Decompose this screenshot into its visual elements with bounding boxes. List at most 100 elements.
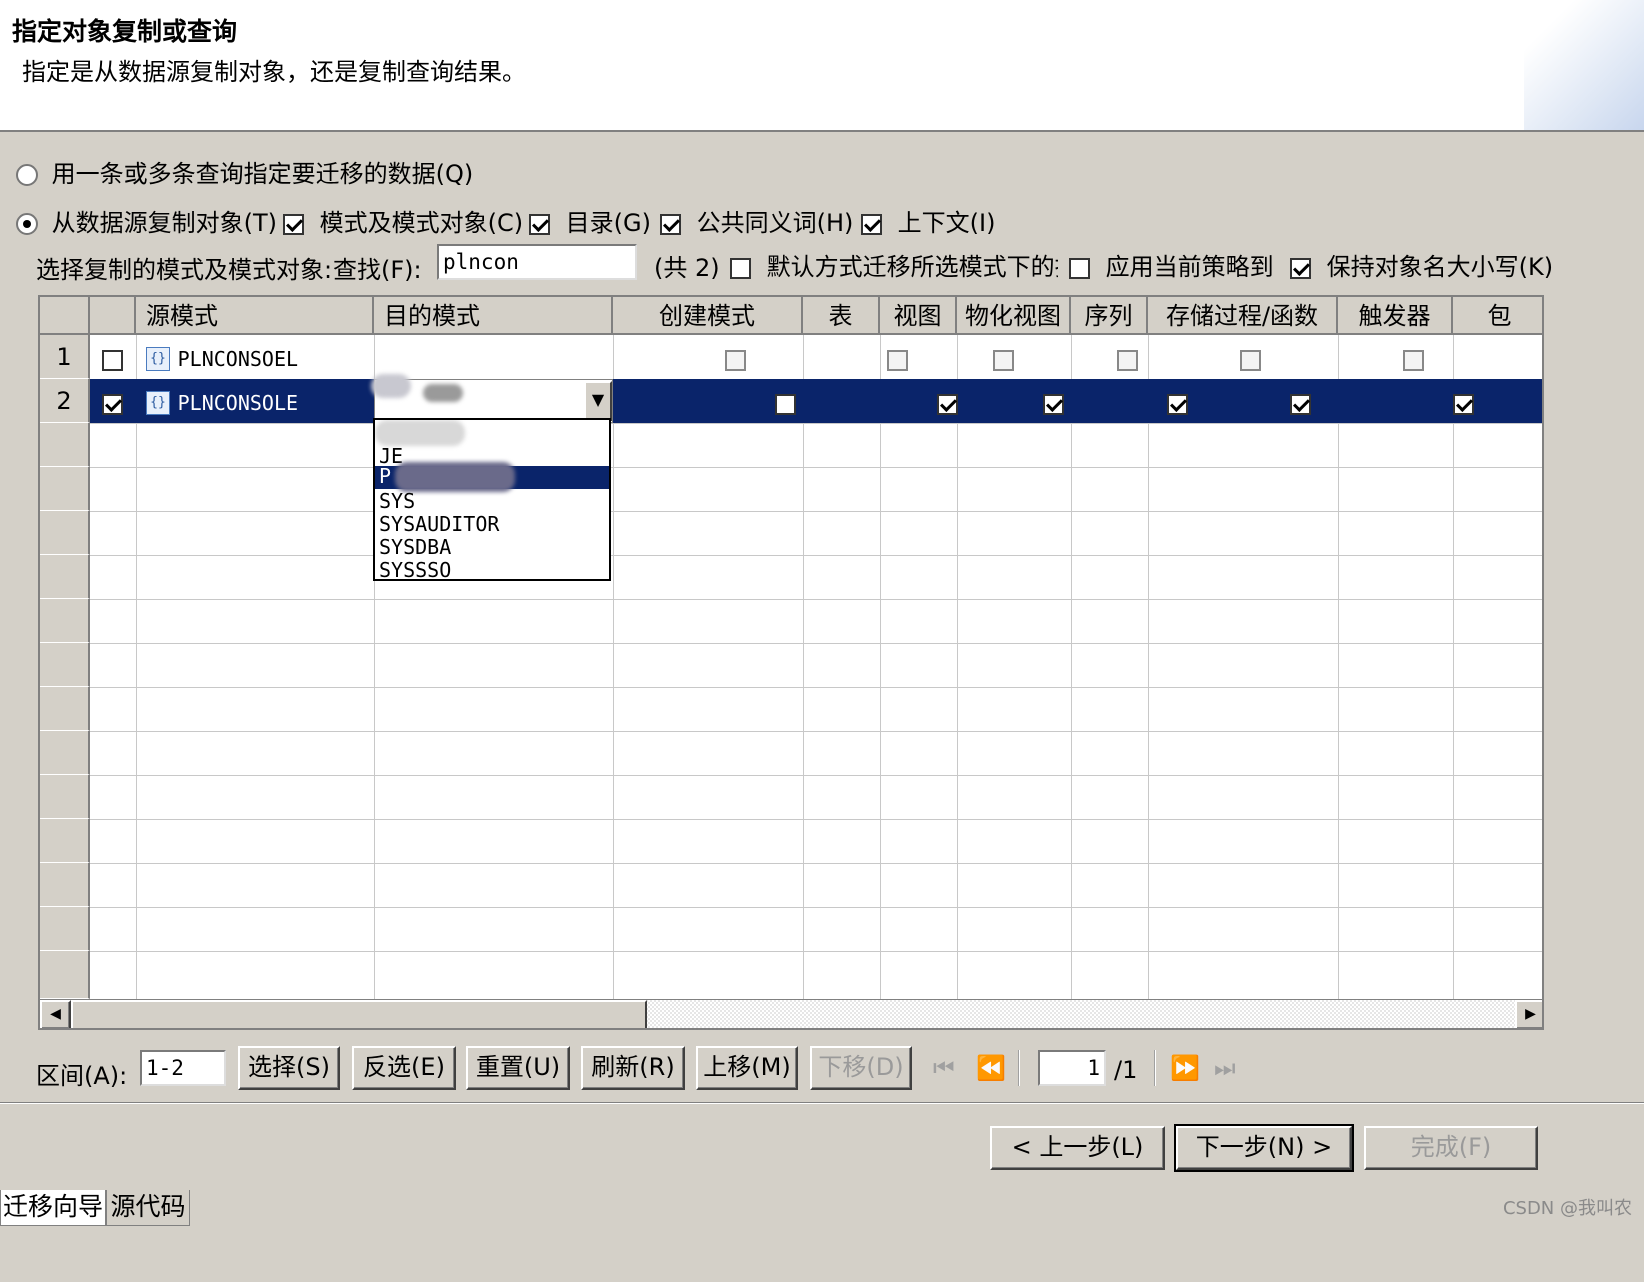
find-label: 查找(F):	[333, 256, 422, 284]
schema-objects-checkbox[interactable]: 模式及模式对象(C)	[283, 203, 523, 238]
row-header-empty	[40, 731, 90, 775]
row-header-1[interactable]: 1	[40, 335, 90, 379]
dropdown-item[interactable]: SYSSSO	[379, 558, 451, 579]
redacted-value	[423, 384, 463, 402]
sequence-check[interactable]	[1290, 393, 1312, 415]
editor-tabs: 迁移向导 源代码 CSDN @我叫农	[0, 1190, 1644, 1282]
target-schema-combo[interactable]: ▼	[371, 374, 613, 423]
col-sequence[interactable]: 序列	[1071, 297, 1148, 335]
tab-source-code[interactable]: 源代码	[106, 1190, 190, 1226]
row-header-2[interactable]: 2	[40, 379, 90, 423]
table-row-selected[interactable]: {} PLNCONSOLE ▼	[90, 374, 1542, 423]
back-button[interactable]: < 上一步(L)	[990, 1126, 1165, 1170]
query-option[interactable]: 用一条或多条查询指定要迁移的数据(Q)	[16, 154, 473, 189]
move-up-button[interactable]: 上移(M)	[696, 1046, 798, 1090]
prev-page-icon[interactable]: ⏪	[976, 1054, 1006, 1082]
page-subtitle: 指定是从数据源复制对象，还是复制查询结果。	[22, 58, 526, 86]
row-header-empty	[40, 907, 90, 951]
col-create-schema[interactable]: 创建模式	[613, 297, 803, 335]
select-button[interactable]: 选择(S)	[238, 1046, 340, 1090]
table-row[interactable]: {} PLNCONSOEL	[90, 335, 1542, 379]
range-input[interactable]	[140, 1050, 226, 1086]
row-select-check[interactable]	[102, 393, 123, 415]
copy-radio[interactable]	[16, 213, 38, 235]
scrollbar-thumb[interactable]	[71, 1000, 647, 1028]
move-down-button[interactable]: 下移(D)	[810, 1046, 912, 1090]
public-synonym-check[interactable]	[660, 213, 681, 235]
procedure-check[interactable]	[1402, 349, 1424, 371]
apply-policy-checkbox[interactable]: 应用当前策略到	[1069, 247, 1281, 282]
col-target-schema[interactable]: 目的模式	[374, 297, 613, 335]
mview-check[interactable]	[1116, 349, 1138, 371]
chevron-down-icon[interactable]: ▼	[584, 381, 612, 421]
copy-option[interactable]: 从数据源复制对象(T)	[16, 203, 277, 238]
keep-case-checkbox[interactable]: 保持对象名大小写(K)	[1290, 247, 1553, 282]
schema-objects-check[interactable]	[283, 213, 304, 235]
default-migrate-checkbox[interactable]: 默认方式迁移所选模式下的指	[730, 247, 1058, 282]
context-checkbox[interactable]: 上下文(I)	[861, 203, 995, 238]
procedure-check[interactable]	[1452, 393, 1474, 415]
query-radio-label: 用一条或多条查询指定要迁移的数据(Q)	[51, 160, 474, 188]
dropdown-item[interactable]: SYSAUDITOR	[379, 512, 499, 536]
catalog-label: 目录(G)	[565, 209, 651, 237]
keep-case-label: 保持对象名大小写(K)	[1326, 253, 1554, 281]
refresh-button[interactable]: 刷新(R)	[581, 1046, 685, 1090]
apply-policy-label: 应用当前策略到	[1105, 253, 1274, 281]
default-migrate-check[interactable]	[730, 257, 751, 279]
wizard-header: 指定对象复制或查询 指定是从数据源复制对象，还是复制查询结果。	[0, 0, 1644, 132]
schema-icon: {}	[146, 391, 170, 415]
apply-policy-check[interactable]	[1069, 257, 1090, 279]
col-package[interactable]: 包	[1453, 297, 1542, 335]
first-page-icon[interactable]: ⏮	[933, 1054, 955, 1082]
catalog-checkbox[interactable]: 目录(G)	[529, 203, 651, 238]
watermark: CSDN @我叫农	[1502, 1198, 1632, 1219]
redacted-value	[375, 420, 465, 446]
row-select-check[interactable]	[102, 349, 123, 371]
invert-button[interactable]: 反选(E)	[352, 1046, 456, 1090]
col-mview[interactable]: 物化视图	[957, 297, 1071, 335]
scroll-right-icon[interactable]: ▶	[1515, 1000, 1542, 1028]
context-label: 上下文(I)	[897, 209, 996, 237]
page-title: 指定对象复制或查询	[12, 17, 238, 46]
target-schema-dropdown[interactable]: JE P SYS SYSAUDITOR SYSDBA SYSSSO	[373, 418, 611, 581]
corner-header	[40, 297, 90, 335]
next-button[interactable]: 下一步(N) >	[1174, 1124, 1354, 1172]
result-count: (共 2)	[654, 254, 720, 282]
tab-wizard[interactable]: 迁移向导	[0, 1190, 106, 1226]
col-view[interactable]: 视图	[880, 297, 957, 335]
catalog-check[interactable]	[529, 213, 550, 235]
scroll-left-icon[interactable]: ◀	[40, 1000, 71, 1028]
default-migrate-label: 默认方式迁移所选模式下的指	[766, 253, 1058, 281]
sequence-check[interactable]	[1240, 349, 1262, 371]
col-procedure[interactable]: 存储过程/函数	[1148, 297, 1338, 335]
public-synonym-checkbox[interactable]: 公共同义词(H)	[660, 203, 853, 238]
reset-button[interactable]: 重置(U)	[466, 1046, 570, 1090]
table-check[interactable]	[937, 393, 959, 415]
source-schema-cell: {} PLNCONSOEL	[146, 344, 298, 372]
create-schema-check[interactable]	[724, 349, 746, 371]
view-check[interactable]	[1042, 393, 1064, 415]
col-source-schema[interactable]: 源模式	[136, 297, 374, 335]
col-table[interactable]: 表	[803, 297, 880, 335]
row-header-empty	[40, 599, 90, 643]
schema-grid: 源模式 目的模式 创建模式 表 视图 物化视图 序列 存储过程/函数 触发器 包…	[38, 295, 1544, 1030]
view-check[interactable]	[992, 349, 1014, 371]
horizontal-scrollbar[interactable]: ◀ ▶	[40, 999, 1542, 1028]
table-check[interactable]	[887, 349, 909, 371]
dropdown-item[interactable]: SYSDBA	[379, 535, 451, 559]
header-decoration	[1524, 0, 1644, 130]
keep-case-check[interactable]	[1290, 257, 1311, 279]
query-radio[interactable]	[16, 164, 38, 186]
context-check[interactable]	[861, 213, 882, 235]
row-header-empty	[40, 951, 90, 999]
finish-button[interactable]: 完成(F)	[1364, 1126, 1538, 1170]
next-page-icon[interactable]: ⏩	[1170, 1054, 1200, 1082]
dropdown-item[interactable]: SYS	[379, 489, 415, 513]
create-schema-check[interactable]	[774, 393, 796, 415]
mview-check[interactable]	[1166, 393, 1188, 415]
find-input[interactable]	[437, 244, 637, 280]
dropdown-item-selected[interactable]: P	[375, 462, 609, 492]
page-input[interactable]	[1038, 1050, 1106, 1086]
col-trigger[interactable]: 触发器	[1338, 297, 1453, 335]
last-page-icon[interactable]: ⏭	[1214, 1054, 1236, 1082]
